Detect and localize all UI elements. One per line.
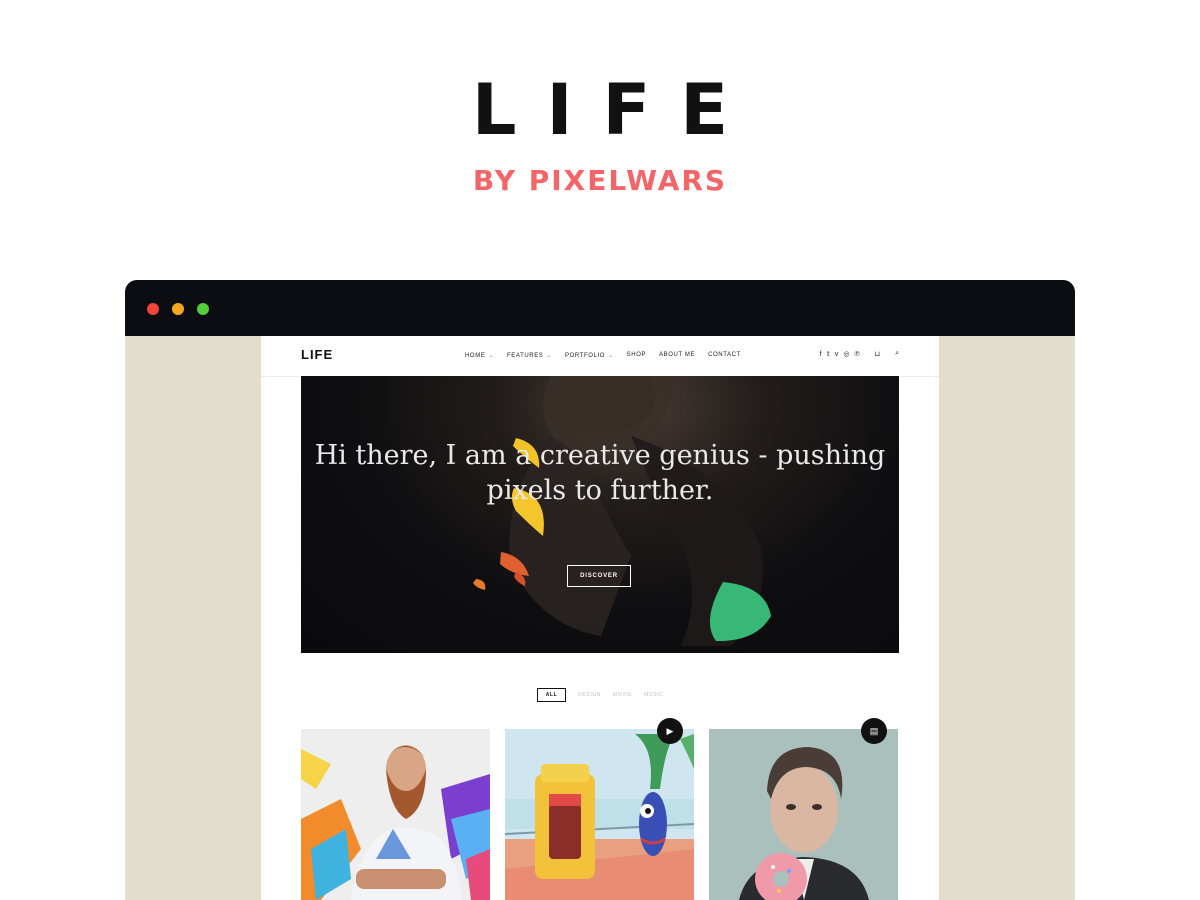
portfolio-thumbnail <box>301 729 490 900</box>
browser-window: LIFE HOME ⌄ FEATURES ⌄ PORTFOLIO ⌄ SHOP ABO… <box>125 280 1075 900</box>
main-navigation: HOME ⌄ FEATURES ⌄ PORTFOLIO ⌄ SHOP ABOUT ME… <box>465 352 741 359</box>
search-icon[interactable]: ⌕ <box>895 350 899 358</box>
promo-title: LIFE <box>471 69 759 151</box>
promo-subtitle: BY PIXELWARS <box>472 164 728 197</box>
chevron-down-icon: ⌄ <box>488 353 495 359</box>
portfolio-item-portrait[interactable] <box>709 729 898 900</box>
browser-title-bar <box>125 280 1075 336</box>
header-icons: f 𝕥 v ◎ ℗ ⊔ ⌕ <box>820 350 899 358</box>
filter-music[interactable]: MUSIC <box>644 692 663 698</box>
nav-item-home[interactable]: HOME ⌄ <box>465 352 494 359</box>
portfolio-item-footballer[interactable] <box>301 729 490 900</box>
minimize-window-button[interactable] <box>172 303 184 315</box>
portfolio-thumbnail <box>709 729 898 900</box>
gallery-icon: ▤ <box>861 718 887 744</box>
cart-icon[interactable]: ⊔ <box>875 350 880 358</box>
chevron-down-icon: ⌄ <box>546 353 553 359</box>
discover-button[interactable]: DISCOVER <box>567 565 631 587</box>
video-icon: ▶ <box>657 718 683 744</box>
filter-design[interactable]: DESIGN <box>578 692 601 698</box>
nav-label: FEATURES <box>507 353 544 359</box>
hero-background-image <box>473 376 771 646</box>
site-logo[interactable]: LIFE <box>301 347 333 362</box>
nav-item-about-me[interactable]: ABOUT ME <box>659 352 695 359</box>
portfolio-filters: ALL DESIGN MOVIE MUSIC <box>261 688 939 702</box>
nav-label: PORTFOLIO <box>565 353 606 359</box>
website-page: LIFE HOME ⌄ FEATURES ⌄ PORTFOLIO ⌄ SHOP ABO… <box>261 336 939 900</box>
nav-item-contact[interactable]: CONTACT <box>708 352 741 359</box>
hero-banner: Hi there, I am a creative genius - pushi… <box>301 376 899 653</box>
nav-item-portfolio[interactable]: PORTFOLIO ⌄ <box>565 352 614 359</box>
hero-headline: Hi there, I am a creative genius - pushi… <box>314 440 886 506</box>
nav-item-features[interactable]: FEATURES ⌄ <box>507 352 552 359</box>
pinterest-icon[interactable]: ℗ <box>854 351 859 358</box>
maximize-window-button[interactable] <box>197 303 209 315</box>
site-header: LIFE HOME ⌄ FEATURES ⌄ PORTFOLIO ⌄ SHOP ABO… <box>261 336 939 377</box>
portfolio-thumbnail <box>505 729 694 900</box>
nav-label: HOME <box>465 353 486 359</box>
chevron-down-icon: ⌄ <box>608 353 614 359</box>
filter-movie[interactable]: MOVIE <box>613 692 632 698</box>
close-window-button[interactable] <box>147 303 159 315</box>
vimeo-icon[interactable]: v <box>835 351 839 358</box>
filter-all[interactable]: ALL <box>536 688 567 702</box>
nav-item-shop[interactable]: SHOP <box>627 352 646 359</box>
twitter-icon[interactable]: 𝕥 <box>827 350 830 358</box>
dribbble-icon[interactable]: ◎ <box>843 350 849 358</box>
facebook-icon[interactable]: f <box>820 351 822 358</box>
portfolio-item-animation[interactable] <box>505 729 694 900</box>
